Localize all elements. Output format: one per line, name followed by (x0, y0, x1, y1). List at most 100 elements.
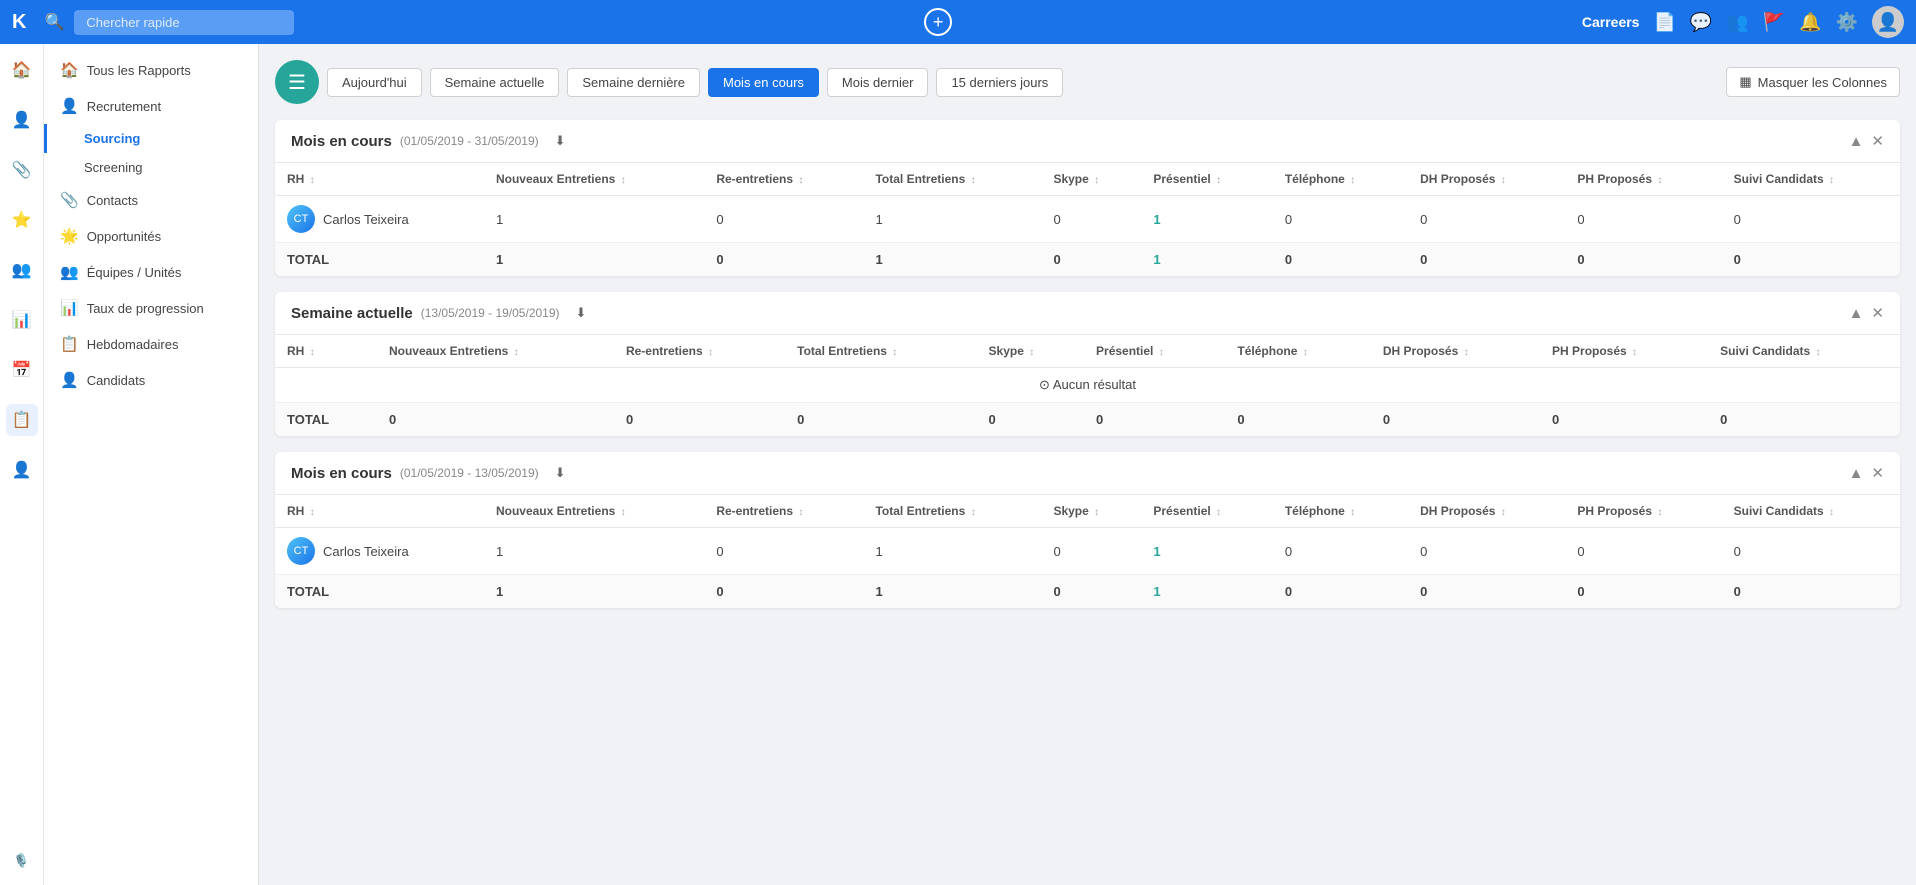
section1-collapse-btn[interactable]: ▲ (1849, 132, 1864, 150)
btn-month-current[interactable]: Mois en cours (708, 68, 819, 97)
table-icon: ▦ (1739, 74, 1751, 90)
section2-dates: (13/05/2019 - 19/05/2019) (421, 306, 560, 320)
total-re: 0 (704, 243, 863, 277)
s3-total-dh: 0 (1408, 575, 1565, 609)
sidebar-subitem-screening[interactable]: Screening (44, 153, 258, 182)
section3-close-btn[interactable]: ✕ (1871, 464, 1884, 482)
main-layout: 🏠 👤 📎 ⭐ 👥 📊 📅 📋 👤 🎙️ 🏠 Tous les Rapports… (0, 44, 1916, 885)
s2-col-pres: Présentiel ↕ (1084, 335, 1225, 368)
sidebar-icon-person[interactable]: 👤 (6, 104, 38, 136)
telephone-cell: 0 (1273, 196, 1408, 243)
section3-header: Mois en cours (01/05/2019 - 13/05/2019) … (275, 452, 1900, 495)
btn-week-last[interactable]: Semaine dernière (567, 68, 700, 97)
section3-title: Mois en cours (291, 465, 392, 482)
btn-week-current[interactable]: Semaine actuelle (430, 68, 560, 97)
total-dh: 0 (1408, 243, 1565, 277)
main-content: ☰ Aujourd'hui Semaine actuelle Semaine d… (259, 44, 1916, 885)
section3-collapse-btn[interactable]: ▲ (1849, 464, 1864, 482)
sidebar-item-contacts[interactable]: 📎 Contacts (44, 182, 258, 218)
sidebar-item-hebdo[interactable]: 📋 Hebdomadaires (44, 326, 258, 362)
total-ph: 0 (1565, 243, 1721, 277)
section1-close-btn[interactable]: ✕ (1871, 132, 1884, 150)
s3-col-total: Total Entretiens ↕ (863, 495, 1041, 528)
section3-dates: (01/05/2019 - 13/05/2019) (400, 466, 539, 480)
s3-total-skype: 0 (1041, 575, 1141, 609)
contacts-icon: 📎 (60, 191, 79, 209)
total-presentiel: 1 (1141, 243, 1272, 277)
sidebar-icon-mic[interactable]: 🎙️ (13, 853, 29, 885)
section1-table: RH ↕ Nouveaux Entretiens ↕ Re-entretiens… (275, 163, 1900, 276)
btn-last15[interactable]: 15 derniers jours (936, 68, 1063, 97)
sidebar-item-recrutement[interactable]: 👤 Recrutement (44, 88, 258, 124)
hebdo-icon: 📋 (60, 335, 79, 353)
section3-download-icon[interactable]: ⬇ (555, 465, 566, 481)
section3-table: RH ↕ Nouveaux Entretiens ↕ Re-entretiens… (275, 495, 1900, 608)
s3-total-tel: 0 (1273, 575, 1408, 609)
sidebar-icon-doc[interactable]: 📋 (6, 404, 38, 436)
s2-col-tel: Téléphone ↕ (1225, 335, 1370, 368)
document-icon[interactable]: 📄 (1653, 12, 1675, 33)
s2-total-new: 0 (377, 403, 614, 437)
add-button[interactable]: + (924, 8, 952, 36)
bell-icon[interactable]: 🔔 (1799, 12, 1821, 33)
s3-pres: 1 (1141, 528, 1272, 575)
section2-collapse-btn[interactable]: ▲ (1849, 304, 1864, 322)
s2-total-skype: 0 (977, 403, 1084, 437)
s3-total-re: 0 (704, 575, 863, 609)
sidebar-item-candidats[interactable]: 👤 Candidats (44, 362, 258, 398)
s2-total-suivi: 0 (1708, 403, 1900, 437)
col-telephone: Téléphone ↕ (1273, 163, 1408, 196)
s2-total-ph: 0 (1540, 403, 1708, 437)
s2-total-label: TOTAL (275, 403, 377, 437)
total-suivi: 0 (1722, 243, 1900, 277)
avatar: CT (287, 537, 315, 565)
sidebar-item-label-tous: Tous les Rapports (87, 63, 191, 78)
sidebar-icon-candidate[interactable]: 👤 (6, 454, 38, 486)
s3-rh-cell: CT Carlos Teixeira (275, 528, 484, 575)
sidebar-item-tous-rapports[interactable]: 🏠 Tous les Rapports (44, 52, 258, 88)
section-month-partial: Mois en cours (01/05/2019 - 13/05/2019) … (275, 452, 1900, 608)
sourcing-label: Sourcing (84, 131, 140, 146)
s3-col-tel: Téléphone ↕ (1273, 495, 1408, 528)
s3-total-ph: 0 (1565, 575, 1721, 609)
col-total-interviews: Total Entretiens ↕ (863, 163, 1041, 196)
sidebar-item-label-candidats: Candidats (87, 373, 146, 388)
sidebar-icons: 🏠 👤 📎 ⭐ 👥 📊 📅 📋 👤 🎙️ (0, 44, 44, 885)
s2-total-pres: 0 (1084, 403, 1225, 437)
section1-download-icon[interactable]: ⬇ (555, 133, 566, 149)
sidebar-icon-contacts[interactable]: 📎 (6, 154, 38, 186)
avatar[interactable]: 👤 (1872, 6, 1904, 38)
table-row: CT Carlos Teixeira 1 0 1 0 1 0 0 0 0 (275, 528, 1900, 575)
brand-label: Carreers (1582, 14, 1640, 30)
sidebar-icon-home[interactable]: 🏠 (6, 54, 38, 86)
sidebar-icon-calendar[interactable]: 📅 (6, 354, 38, 386)
flag-icon[interactable]: 🚩 (1763, 12, 1785, 33)
chat-icon[interactable]: 💬 (1690, 12, 1712, 33)
section2-download-icon[interactable]: ⬇ (576, 305, 587, 321)
s2-total-dh: 0 (1371, 403, 1540, 437)
list-icon-button[interactable]: ☰ (275, 60, 319, 104)
topnav: K 🔍 + Carreers 📄 💬 👥 🚩 🔔 ⚙️ 👤 (0, 0, 1916, 44)
sidebar-icon-star[interactable]: ⭐ (6, 204, 38, 236)
search-input[interactable] (74, 10, 294, 35)
avatar: CT (287, 205, 315, 233)
settings-icon[interactable]: ⚙️ (1836, 12, 1858, 33)
btn-today[interactable]: Aujourd'hui (327, 68, 422, 97)
section1-dates: (01/05/2019 - 31/05/2019) (400, 134, 539, 148)
skype-cell: 0 (1041, 196, 1141, 243)
sidebar-icon-chart[interactable]: 📊 (6, 304, 38, 336)
hide-columns-button[interactable]: ▦ Masquer les Colonnes (1726, 67, 1900, 97)
user-name: Carlos Teixeira (323, 544, 409, 559)
sidebar-icon-teams[interactable]: 👥 (6, 254, 38, 286)
section3-actions: ▲ ✕ (1849, 464, 1884, 482)
btn-month-last[interactable]: Mois dernier (827, 68, 929, 97)
users-icon[interactable]: 👥 (1726, 12, 1748, 33)
sidebar-subitem-sourcing[interactable]: Sourcing (44, 124, 258, 153)
s3-dh: 0 (1408, 528, 1565, 575)
sidebar-item-taux[interactable]: 📊 Taux de progression (44, 290, 258, 326)
s2-col-suivi: Suivi Candidats ↕ (1708, 335, 1900, 368)
sidebar-item-opportunites[interactable]: 🌟 Opportunités (44, 218, 258, 254)
section2-close-btn[interactable]: ✕ (1871, 304, 1884, 322)
sidebar-nav: 🏠 Tous les Rapports 👤 Recrutement Sourci… (44, 44, 259, 885)
sidebar-item-equipes[interactable]: 👥 Équipes / Unités (44, 254, 258, 290)
